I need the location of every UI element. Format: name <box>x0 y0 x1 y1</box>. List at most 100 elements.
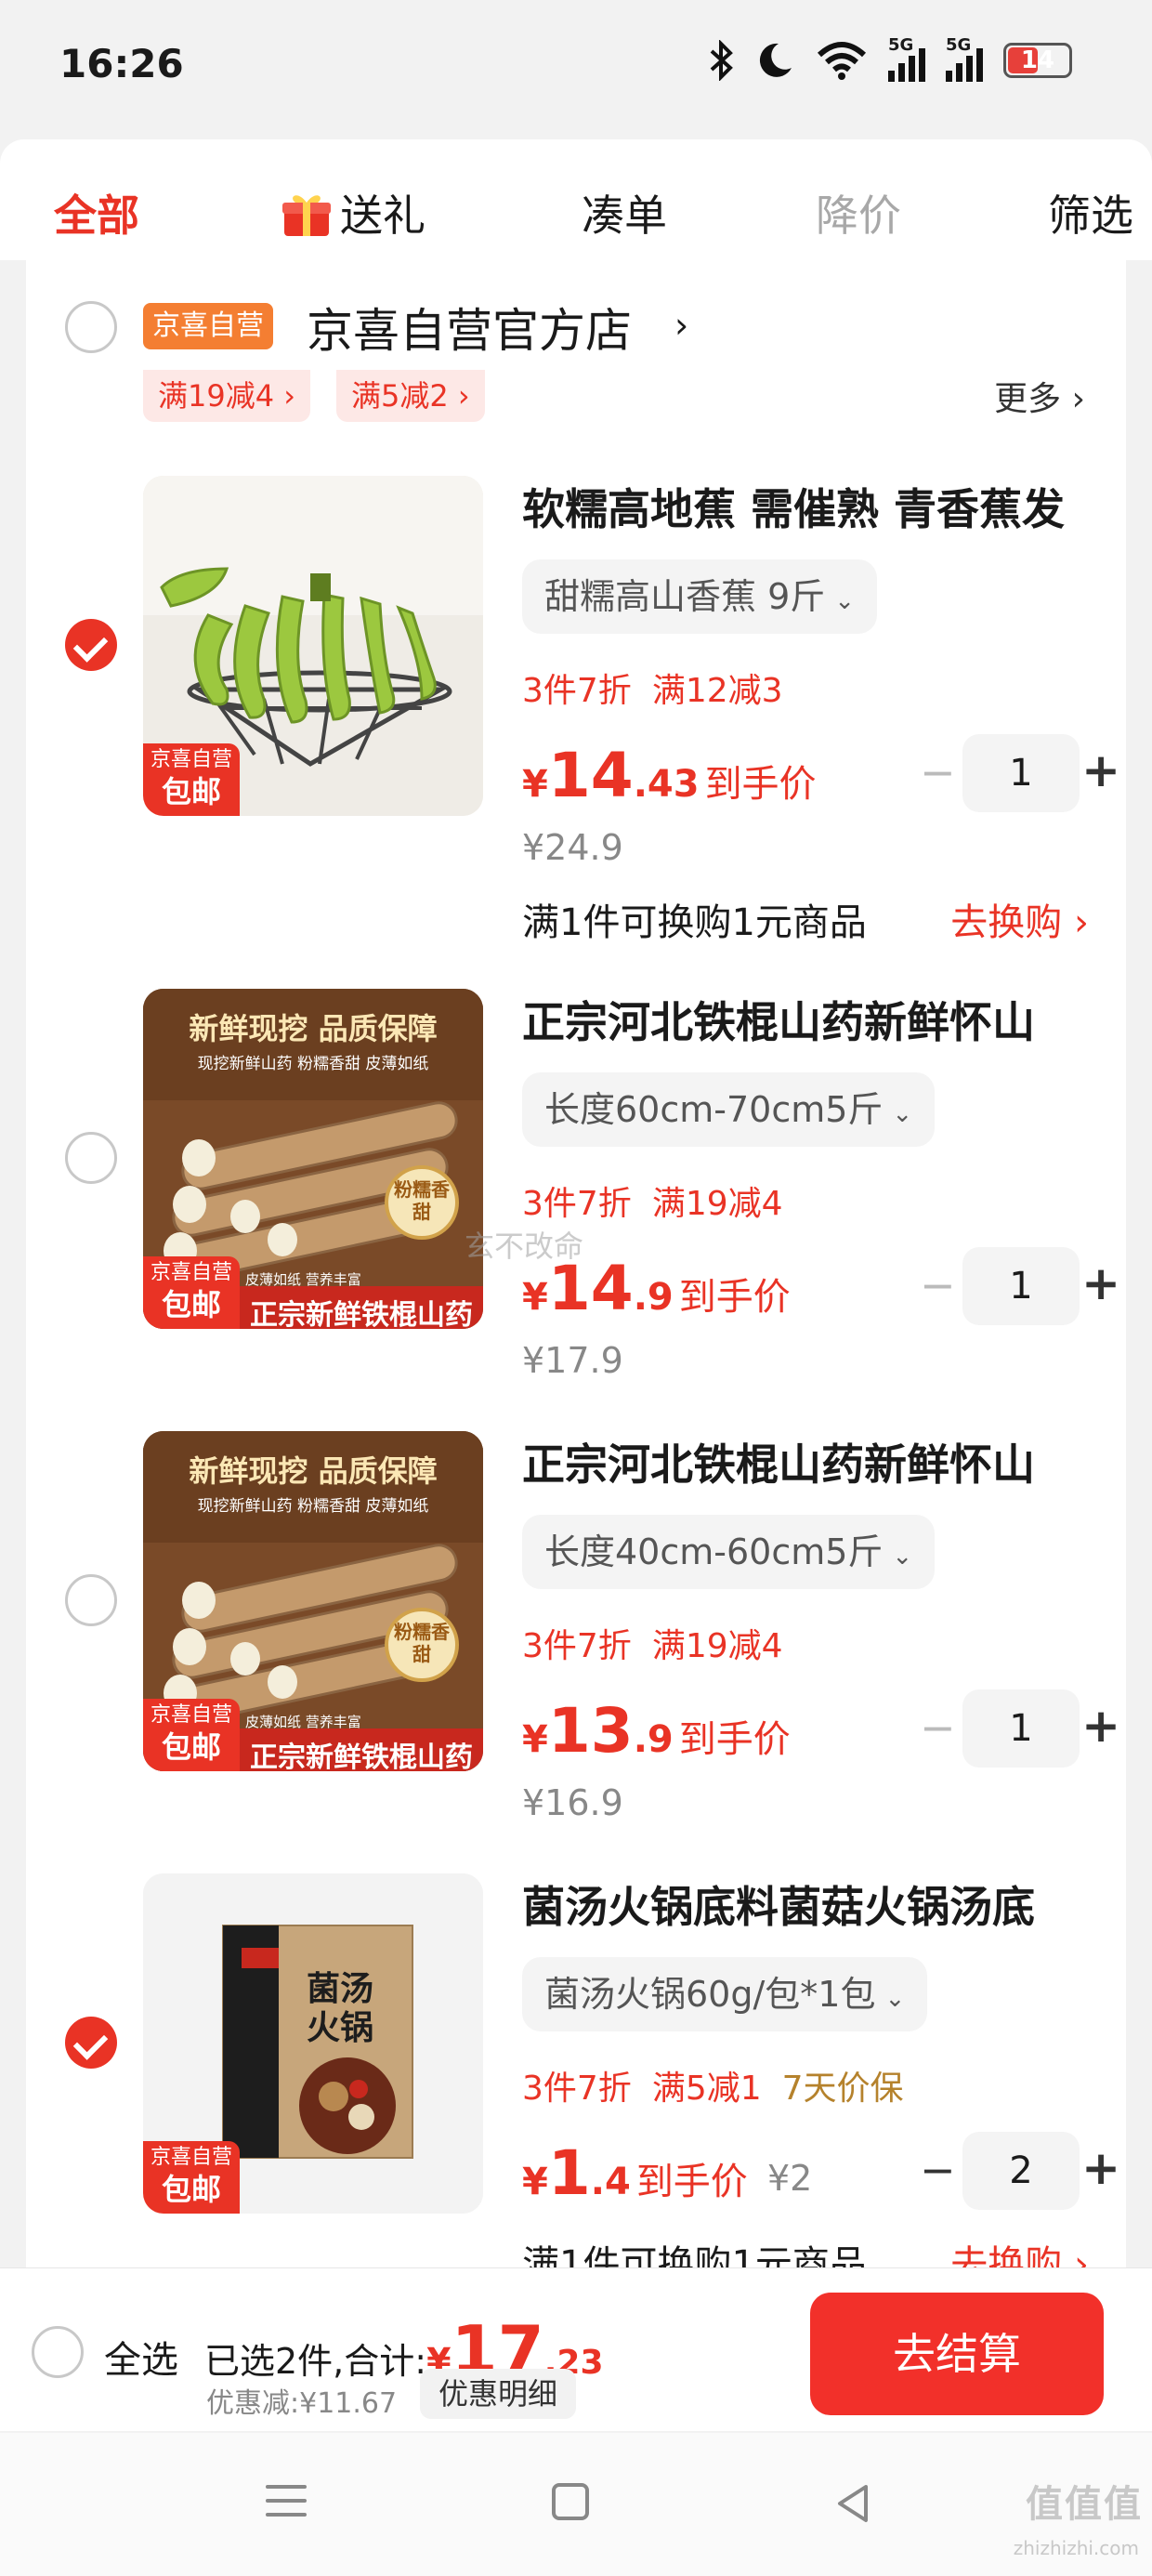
exchange-link[interactable]: 去换购 › <box>950 892 1089 946</box>
filter-tabs: 全部 送礼 凑单 降价 筛选 <box>0 139 1152 260</box>
store-promo-2[interactable]: 满5减2 › <box>336 370 485 422</box>
tag-line2: 包邮 <box>161 2172 221 2207</box>
spec-label: 甜糯高山香蕉 9斤 <box>544 576 826 617</box>
spec-label: 长度40cm-60cm5斤 <box>544 1531 884 1572</box>
tab-bundle[interactable]: 凑单 <box>582 182 667 243</box>
tab-price-drop[interactable]: 降价 <box>816 182 901 243</box>
item-checkbox[interactable] <box>65 2017 117 2069</box>
spec-label: 长度60cm-70cm5斤 <box>544 1089 884 1130</box>
quantity-stepper: −1 + <box>920 734 1124 812</box>
select-all-label[interactable]: 全选 <box>104 2330 178 2384</box>
spec-selector[interactable]: 长度40cm-60cm5斤 ⌄ <box>522 1515 936 1589</box>
package-title: 菌汤火锅 <box>306 1970 373 2047</box>
chevron-down-icon: ⌄ <box>892 1543 913 1571</box>
quantity-stepper: −1 + <box>920 1689 1124 1768</box>
status-bar: 16:26 5G 5G 14 <box>0 0 1152 130</box>
shipping-tag: 京喜自营 包邮 <box>143 1699 240 1771</box>
store-checkbox[interactable] <box>65 301 117 353</box>
item-price: ¥14.43 到手价 <box>522 740 817 811</box>
price-label: 到手价 <box>678 1718 791 1761</box>
network-type: 5G <box>946 35 972 55</box>
select-all-checkbox[interactable] <box>32 2326 84 2378</box>
home-icon[interactable] <box>552 2483 589 2520</box>
plus-button[interactable]: + <box>1081 747 1120 794</box>
quantity-input[interactable]: 1 <box>962 1689 1080 1768</box>
item-checkbox[interactable] <box>65 619 117 671</box>
image-bottom-caption: 正宗新鲜铁棍山药 <box>250 1299 473 1329</box>
chevron-right-icon[interactable]: › <box>674 305 688 346</box>
image-badge: 粉糯香甜 <box>394 1178 450 1223</box>
chevron-down-icon: ⌄ <box>884 1985 906 2013</box>
tag-line1: 京喜自营 <box>150 748 232 771</box>
more-link[interactable]: 更多 › <box>994 372 1085 420</box>
quantity-input[interactable]: 2 <box>962 2132 1080 2210</box>
product-title[interactable]: 软糯高地蕉 需催熟 青香蕉发 <box>522 476 1065 537</box>
image-smalltext: 皮薄如纸 营养丰富 <box>245 1271 361 1288</box>
price-protect-tag: 7天价保 <box>781 2070 904 2108</box>
promo-tag: 3件7折 <box>522 1627 632 1665</box>
tab-filter[interactable]: 筛选 <box>1048 182 1133 243</box>
quantity-stepper: −1 + <box>920 1247 1124 1325</box>
promo-tag: 满5减1 <box>651 2070 762 2108</box>
network-type: 5G <box>888 35 914 55</box>
spec-label: 菌汤火锅60g/包*1包 <box>544 1974 876 2015</box>
status-time: 16:26 <box>59 41 184 86</box>
tag-line2: 包邮 <box>161 774 221 809</box>
item-promos: 3件7折 满19减4 <box>522 1619 804 1667</box>
spec-selector[interactable]: 菌汤火锅60g/包*1包 ⌄ <box>522 1957 928 2031</box>
image-watermark: 玄不改命 <box>465 1229 584 1264</box>
checkout-bar: 全选 已选2件,合计:¥17.23 优惠减:¥11.67 优惠明细 去结算 <box>0 2267 1152 2431</box>
tab-all[interactable]: 全部 <box>54 182 139 243</box>
checkout-button[interactable]: 去结算 <box>810 2293 1104 2415</box>
quantity-input[interactable]: 1 <box>962 734 1080 812</box>
battery-level: 14 <box>1020 46 1055 74</box>
product-title[interactable]: 菌汤火锅底料菌菇火锅汤底 <box>522 1873 1035 1935</box>
plus-button[interactable]: + <box>1081 1702 1120 1749</box>
spec-selector[interactable]: 长度60cm-70cm5斤 ⌄ <box>522 1072 936 1147</box>
product-image-hotpot[interactable]: 菌汤火锅 京喜自营 包邮 <box>143 1873 483 2214</box>
item-checkbox[interactable] <box>65 1574 117 1626</box>
tab-gift-label: 送礼 <box>340 191 425 241</box>
cart-screen: 16:26 5G 5G 14 全部 送礼 凑单 降价 筛选 京喜自营 京喜自营官… <box>0 0 1152 2576</box>
plus-button[interactable]: + <box>1081 2145 1120 2191</box>
price-label: 到手价 <box>678 1276 791 1319</box>
product-image-yam[interactable]: 新鲜现挖 品质保障 现挖新鲜山药 粉糯香甜 皮薄如纸 粉糯香甜 皮薄如纸 营养丰… <box>143 989 483 1329</box>
item-checkbox[interactable] <box>65 1132 117 1184</box>
promo-tag: 3件7折 <box>522 672 632 710</box>
back-icon[interactable] <box>834 2483 871 2524</box>
tab-gift[interactable]: 送礼 <box>281 182 425 243</box>
promo-tag: 满12减3 <box>651 672 783 710</box>
promo-tag: 满19减4 <box>651 1185 783 1223</box>
image-badge: 粉糯香甜 <box>394 1621 450 1665</box>
chevron-down-icon: ⌄ <box>892 1100 913 1128</box>
price-currency: ¥ <box>522 1718 548 1761</box>
product-title[interactable]: 正宗河北铁棍山药新鲜怀山 <box>522 989 1035 1050</box>
original-price: ¥16.9 <box>522 1782 623 1823</box>
product-title[interactable]: 正宗河北铁棍山药新鲜怀山 <box>522 1431 1035 1492</box>
store-name[interactable]: 京喜自营官方店 <box>307 294 632 361</box>
original-price: ¥2 <box>767 2158 813 2199</box>
quantity-stepper: −2 + <box>920 2132 1124 2210</box>
menu-icon[interactable] <box>266 2485 307 2527</box>
signal-5g-icon: 5G <box>946 35 983 82</box>
item-promos: 3件7折 满19减4 <box>522 1176 804 1225</box>
minus-button[interactable]: − <box>920 1706 956 1749</box>
promo-tag: 满19减4 <box>651 1627 783 1665</box>
quantity-input[interactable]: 1 <box>962 1247 1080 1325</box>
spec-selector[interactable]: 甜糯高山香蕉 9斤 ⌄ <box>522 559 878 634</box>
minus-button[interactable]: − <box>920 1264 956 1307</box>
minus-button[interactable]: − <box>920 751 956 794</box>
minus-button[interactable]: − <box>920 2149 956 2191</box>
image-caption: 新鲜现挖 品质保障 <box>189 1011 438 1046</box>
image-caption: 新鲜现挖 品质保障 <box>189 1453 438 1489</box>
site-watermark-url: zhizhizhi.com <box>1013 2537 1139 2559</box>
product-image-banana[interactable]: 京喜自营 包邮 <box>143 476 483 816</box>
system-nav-bar: 值值值 zhizhizhi.com <box>0 2433 1152 2576</box>
plus-button[interactable]: + <box>1081 1260 1120 1307</box>
shipping-tag: 京喜自营 包邮 <box>143 743 240 816</box>
product-image-yam[interactable]: 新鲜现挖 品质保障 现挖新鲜山药 粉糯香甜 皮薄如纸 粉糯香甜 皮薄如纸 营养丰… <box>143 1431 483 1771</box>
item-price: ¥1.4 到手价 <box>522 2137 748 2209</box>
store-promo-1[interactable]: 满19减4 › <box>143 370 311 422</box>
shipping-tag: 京喜自营 包邮 <box>143 2141 240 2214</box>
discount-detail-button[interactable]: 优惠明细 <box>420 2369 577 2419</box>
